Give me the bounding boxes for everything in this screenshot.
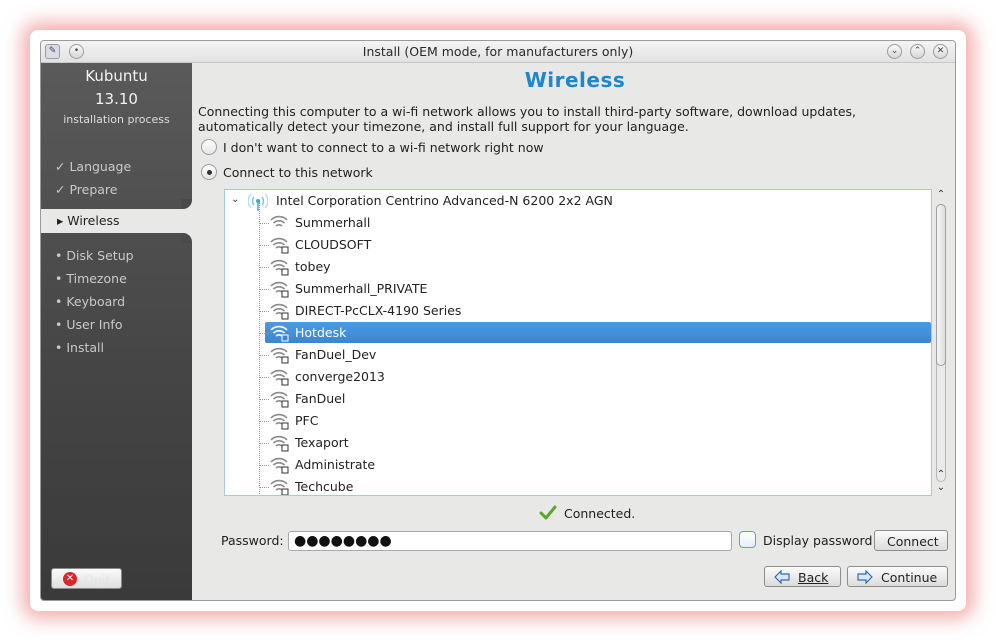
network-row[interactable]: Summerhall	[225, 212, 931, 234]
network-ssid: PFC	[295, 413, 319, 428]
network-row[interactable]: FanDuel	[225, 388, 931, 410]
back-arrow-icon	[774, 570, 790, 584]
sidebar-item-label: ▸ Wireless	[57, 213, 120, 228]
back-button[interactable]: Back	[764, 566, 841, 587]
display-password-label[interactable]: Display password	[763, 533, 872, 548]
network-ssid: tobey	[295, 259, 331, 274]
page-title: Wireless	[524, 68, 626, 92]
network-list-scrollbar[interactable]: ⌃ ⌃ ⌄	[934, 189, 948, 496]
close-icon[interactable]: ✕	[933, 44, 948, 59]
scroll-down-icon[interactable]: ⌄	[935, 482, 947, 494]
network-list[interactable]: ⌄ Intel Corporation Centrino Advanced-N …	[224, 189, 932, 496]
connection-status: Connected.	[564, 506, 636, 521]
network-ssid: CLOUDSOFT	[295, 237, 372, 252]
scroll-thumb[interactable]	[936, 204, 946, 366]
wifi-signal-icon	[270, 237, 289, 254]
network-row[interactable]: CLOUDSOFT	[225, 234, 931, 256]
network-row[interactable]: PFC	[225, 410, 931, 432]
quit-icon: ✕	[63, 572, 77, 586]
sidebar-version: 13.10	[95, 90, 138, 108]
password-field[interactable]: ●●●●●●●●	[288, 531, 732, 551]
collapse-icon[interactable]: ⌄	[231, 194, 239, 205]
radio-no-wifi[interactable]	[201, 139, 217, 155]
sidebar-brand: Kubuntu	[85, 67, 148, 85]
sidebar: Kubuntu 13.10 installation process ✓ Lan…	[41, 63, 192, 600]
wireless-device-icon	[248, 193, 268, 211]
network-ssid: Summerhall	[295, 215, 371, 230]
radio-connect[interactable]	[201, 164, 217, 180]
sidebar-subtitle: installation process	[63, 113, 170, 126]
network-ssid: Texaport	[295, 435, 349, 450]
wifi-signal-icon	[270, 391, 289, 408]
display-password-checkbox[interactable]	[739, 531, 756, 548]
network-row[interactable]: Texaport	[225, 432, 931, 454]
sidebar-item-disk-setup: • Disk Setup	[55, 248, 134, 263]
password-label: Password:	[221, 533, 284, 548]
network-ssid: converge2013	[295, 369, 385, 384]
network-ssid: FanDuel_Dev	[295, 347, 377, 362]
continue-button[interactable]: Continue	[847, 566, 948, 587]
wifi-signal-icon	[270, 303, 289, 320]
wifi-signal-icon	[270, 215, 288, 227]
scroll-down-up-icon[interactable]: ⌃	[935, 469, 947, 481]
sidebar-item-keyboard: • Keyboard	[55, 294, 126, 309]
sidebar-item-timezone: • Timezone	[55, 271, 127, 286]
network-row[interactable]: FanDuel_Dev	[225, 344, 931, 366]
network-row[interactable]: Administrate	[225, 454, 931, 476]
wifi-signal-icon	[270, 259, 289, 276]
sidebar-item-install: • Install	[55, 340, 104, 355]
connect-button[interactable]: Connect	[874, 530, 948, 551]
sidebar-item-user-info: • User Info	[55, 317, 123, 332]
network-ssid: FanDuel	[295, 391, 346, 406]
quit-button[interactable]: ✕ Quit	[51, 568, 122, 589]
wifi-signal-icon	[270, 435, 289, 452]
wifi-signal-icon	[270, 413, 289, 430]
forward-arrow-icon	[857, 570, 873, 584]
network-row[interactable]: Techcube	[225, 476, 931, 495]
radio-connect-label[interactable]: Connect to this network	[223, 165, 373, 180]
wifi-signal-icon	[270, 457, 289, 474]
network-device-label: Intel Corporation Centrino Advanced-N 62…	[276, 193, 613, 208]
wifi-signal-icon	[270, 281, 289, 298]
window-title: Install (OEM mode, for manufacturers onl…	[362, 44, 634, 59]
network-row[interactable]: Hotdesk	[225, 322, 931, 344]
network-row[interactable]: tobey	[225, 256, 931, 278]
network-row[interactable]: converge2013	[225, 366, 931, 388]
installer-window: ✎ • Install (OEM mode, for manufacturers…	[40, 40, 956, 601]
sidebar-item-prepare: ✓ Prepare	[55, 182, 118, 197]
title-bar[interactable]: ✎ • Install (OEM mode, for manufacturers…	[41, 41, 955, 63]
password-value: ●●●●●●●●	[294, 533, 392, 549]
sidebar-item-language: ✓ Language	[55, 159, 132, 174]
network-ssid: Administrate	[295, 457, 376, 472]
sidebar-item-wireless: ▸ Wireless	[41, 209, 192, 233]
minimize-icon[interactable]: ⌄	[887, 44, 902, 59]
network-ssid: Summerhall_PRIVATE	[295, 281, 428, 296]
network-row[interactable]: Summerhall_PRIVATE	[225, 278, 931, 300]
network-ssid: DIRECT-PcCLX-4190 Series	[295, 303, 462, 318]
network-row[interactable]: DIRECT-PcCLX-4190 Series	[225, 300, 931, 322]
check-icon	[539, 505, 557, 520]
maximize-icon[interactable]: ⌃	[910, 44, 925, 59]
wifi-signal-icon	[270, 347, 289, 364]
network-ssid: Hotdesk	[295, 325, 347, 340]
radio-no-wifi-label[interactable]: I don't want to connect to a wi-fi netwo…	[223, 140, 544, 155]
scroll-up-icon[interactable]: ⌃	[935, 189, 947, 201]
network-device-row[interactable]: ⌄ Intel Corporation Centrino Advanced-N …	[225, 190, 931, 212]
wifi-signal-icon	[270, 369, 289, 386]
wifi-signal-icon	[270, 325, 289, 342]
page-description: Connecting this computer to a wi-fi netw…	[198, 104, 857, 134]
wifi-signal-icon	[270, 479, 289, 495]
network-ssid: Techcube	[295, 479, 354, 494]
